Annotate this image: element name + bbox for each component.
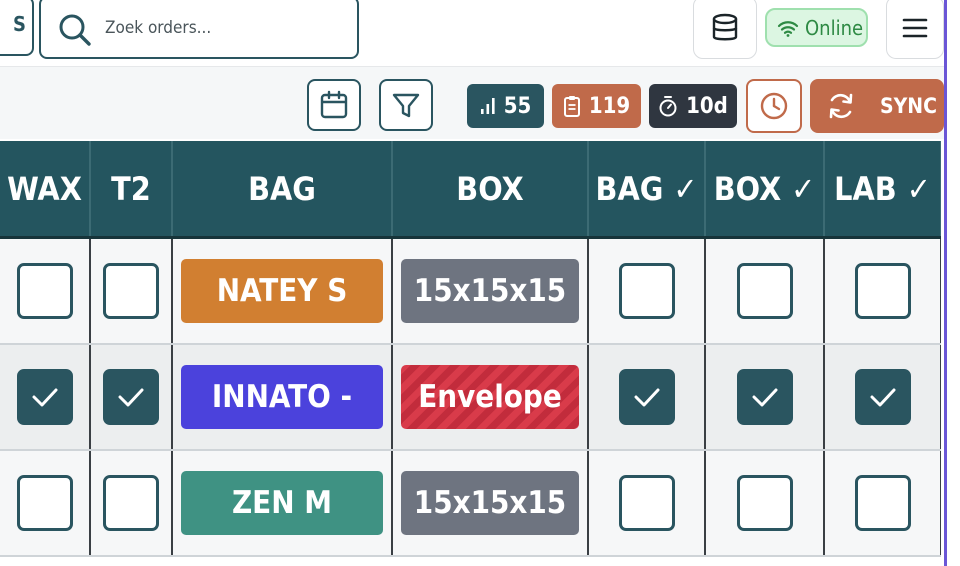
lab-check-checkbox[interactable]	[854, 369, 911, 425]
column-header-box[interactable]: BOX	[392, 141, 589, 239]
checkmark-icon	[118, 388, 144, 407]
lab-check-checkbox[interactable]	[854, 475, 911, 531]
table-header-row: WAX T2 BAG BOX BAG ✓ BOX ✓ LAB ✓	[0, 141, 941, 239]
refresh-icon	[829, 93, 853, 119]
history-button[interactable]	[746, 79, 802, 133]
bag-tag[interactable]: INNATO -	[181, 365, 383, 429]
orders-count-value: 119	[588, 93, 631, 119]
online-status-label: Online	[805, 15, 864, 40]
search-box[interactable]	[39, 0, 359, 59]
checkmark-icon	[752, 388, 777, 407]
database-button[interactable]	[693, 0, 757, 59]
checkmark-icon	[32, 388, 57, 407]
bag-tag[interactable]: NATEY S	[181, 259, 383, 323]
filter-button[interactable]	[379, 79, 433, 131]
column-header-lab-check[interactable]: LAB ✓	[824, 141, 941, 239]
toolbar: 55 119 10d SYNC	[0, 67, 944, 139]
lab-check-checkbox[interactable]	[854, 263, 911, 319]
column-header-bag-check[interactable]: BAG ✓	[588, 141, 706, 239]
bar-chart-icon	[480, 98, 495, 114]
column-header-bag[interactable]: BAG	[172, 141, 393, 239]
calendar-icon	[320, 90, 348, 119]
column-header-box-check[interactable]: BOX ✓	[705, 141, 825, 239]
table-row: NATEY S 15x15x15	[0, 237, 941, 345]
table-row: INNATO - Envelope	[0, 344, 941, 451]
stopwatch-icon	[659, 96, 677, 117]
bag-check-checkbox[interactable]	[618, 475, 675, 531]
bag-tag[interactable]: ZEN M	[181, 471, 383, 535]
calendar-button[interactable]	[307, 79, 361, 131]
search-icon	[59, 14, 91, 46]
age-days-value: 10d	[686, 93, 728, 119]
filter-icon	[392, 93, 420, 118]
wax-checkbox[interactable]	[16, 369, 73, 425]
column-header-t2[interactable]: T2	[90, 141, 173, 239]
checkmark-icon	[634, 388, 659, 407]
wax-checkbox[interactable]	[16, 475, 73, 531]
nav-tab-partial[interactable]: S	[0, 0, 34, 56]
t2-checkbox[interactable]	[103, 369, 159, 425]
menu-button[interactable]	[886, 0, 944, 59]
stats-count-value: 55	[503, 93, 532, 119]
box-tag[interactable]: 15x15x15	[401, 471, 579, 535]
clock-icon	[760, 92, 788, 120]
orders-count-chip[interactable]: 119	[552, 84, 641, 128]
orders-table: WAX T2 BAG BOX BAG ✓ BOX ✓ LAB ✓ NATEY S…	[0, 141, 941, 566]
sync-button[interactable]: SYNC	[810, 79, 944, 133]
box-tag[interactable]: Envelope	[401, 365, 579, 429]
box-check-checkbox[interactable]	[736, 475, 793, 531]
bag-check-checkbox[interactable]	[618, 369, 675, 425]
checkmark-icon	[870, 388, 895, 407]
column-header-wax[interactable]: WAX	[0, 141, 91, 239]
bag-check-checkbox[interactable]	[618, 263, 675, 319]
box-check-checkbox[interactable]	[736, 369, 793, 425]
nav-tab-label: S	[13, 12, 26, 36]
search-input[interactable]	[103, 12, 347, 44]
wax-checkbox[interactable]	[16, 263, 73, 319]
stats-count-chip[interactable]: 55	[467, 84, 544, 128]
online-status-badge: Online	[765, 8, 868, 47]
t2-checkbox[interactable]	[103, 475, 159, 531]
right-gutter	[947, 0, 960, 566]
sync-label: SYNC	[880, 94, 937, 118]
t2-checkbox[interactable]	[103, 263, 159, 319]
age-days-chip[interactable]: 10d	[649, 84, 737, 128]
database-icon	[712, 13, 738, 40]
hamburger-menu-icon	[902, 18, 928, 37]
table-row: ZEN M 15x15x15	[0, 450, 941, 557]
clipboard-icon	[563, 96, 580, 117]
box-check-checkbox[interactable]	[736, 263, 793, 319]
top-bar: S Online	[0, 0, 944, 67]
wifi-icon	[777, 20, 799, 37]
box-tag[interactable]: 15x15x15	[401, 259, 579, 323]
